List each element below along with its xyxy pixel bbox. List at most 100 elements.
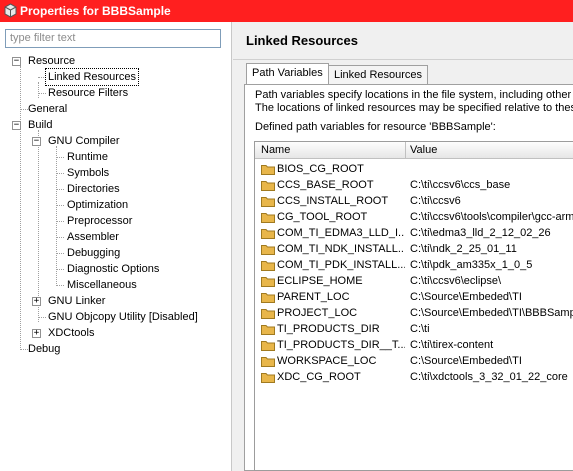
tree-connector: [56, 189, 64, 190]
variable-value: C:\ti\edma3_lld_2_12_02_26: [410, 227, 551, 239]
variable-value: C:\ti\ccsv6\eclipse\: [410, 275, 502, 287]
content-pane: Linked Resources Path Variables Linked R…: [233, 22, 573, 471]
tree-connector: [38, 77, 46, 78]
expand-icon[interactable]: +: [32, 297, 41, 306]
defined-variables-label: Defined path variables for resource 'BBB…: [255, 121, 496, 133]
expand-icon[interactable]: +: [32, 329, 41, 338]
tree-item-symbols[interactable]: Symbols: [67, 165, 109, 181]
folder-icon: [261, 340, 275, 351]
tree-connector: [56, 146, 57, 286]
folder-icon: [261, 228, 275, 239]
tree-item-preprocessor[interactable]: Preprocessor: [67, 213, 132, 229]
variable-name: TI_PRODUCTS_DIR__T...: [277, 339, 405, 351]
variable-name: XDC_CG_ROOT: [277, 371, 361, 383]
tree-connector: [56, 253, 64, 254]
tree-item-gnu-compiler[interactable]: GNU Compiler: [48, 133, 120, 149]
tree-connector: [56, 157, 64, 158]
tree-item-assembler[interactable]: Assembler: [67, 229, 119, 245]
tab-panel: Path variables specify locations in the …: [244, 84, 573, 471]
tree-connector: [38, 130, 39, 322]
table-row[interactable]: CCS_INSTALL_ROOT C:\ti\ccsv6: [255, 193, 573, 210]
tree-item-general[interactable]: General: [28, 101, 67, 117]
variable-name: CCS_INSTALL_ROOT: [277, 195, 389, 207]
column-header-name[interactable]: Name: [261, 144, 290, 156]
tree-item-objcopy[interactable]: GNU Objcopy Utility [Disabled]: [48, 309, 198, 325]
description-line-2: The locations of linked resources may be…: [255, 102, 573, 114]
variable-name: COM_TI_EDMA3_LLD_I...: [277, 227, 405, 239]
table-row[interactable]: PARENT_LOC C:\Source\Embeded\TI: [255, 289, 573, 306]
variable-value: C:\ti\xdctools_3_32_01_22_core: [410, 371, 568, 383]
window-titlebar: Properties for BBBSample: [0, 0, 573, 22]
tree-item-debug[interactable]: Debug: [28, 341, 60, 357]
tab-path-variables[interactable]: Path Variables: [246, 63, 329, 85]
title-divider: [233, 59, 573, 60]
table-row[interactable]: COM_TI_NDK_INSTALL... C:\ti\ndk_2_25_01_1…: [255, 241, 573, 258]
table-row[interactable]: XDC_CG_ROOT C:\ti\xdctools_3_32_01_22_cor…: [255, 369, 573, 386]
description-line-1: Path variables specify locations in the …: [255, 89, 573, 101]
navigation-pane: type filter text − Resource Linked Resou…: [0, 22, 232, 471]
tree-item-build[interactable]: Build: [28, 117, 52, 133]
variable-name: WORKSPACE_LOC: [277, 355, 377, 367]
folder-icon: [261, 260, 275, 271]
table-row[interactable]: WORKSPACE_LOC C:\Source\Embeded\TI: [255, 353, 573, 370]
table-header: Name Value: [255, 142, 573, 159]
tree-item-debugging[interactable]: Debugging: [67, 245, 120, 261]
tree-item-resource-filters[interactable]: Resource Filters: [48, 85, 128, 101]
table-row[interactable]: COM_TI_EDMA3_LLD_I... C:\ti\edma3_lld_2_1…: [255, 225, 573, 242]
variable-value: C:\ti\ndk_2_25_01_11: [410, 243, 517, 255]
table-row[interactable]: CCS_BASE_ROOT C:\ti\ccsv6\ccs_base: [255, 177, 573, 194]
table-row[interactable]: TI_PRODUCTS_DIR__T... C:\ti\tirex-content: [255, 337, 573, 354]
tree-item-runtime[interactable]: Runtime: [67, 149, 108, 165]
tree-item-optimization[interactable]: Optimization: [67, 197, 128, 213]
tree-connector: [56, 269, 64, 270]
tree-item-linked-resources[interactable]: Linked Resources: [44, 68, 140, 86]
variable-value: C:\Source\Embeded\TI: [410, 291, 522, 303]
tree-connector: [38, 317, 46, 318]
variable-name: PARENT_LOC: [277, 291, 350, 303]
column-header-value[interactable]: Value: [410, 144, 437, 156]
tree-item-gnu-linker[interactable]: GNU Linker: [48, 293, 105, 309]
table-row[interactable]: TI_PRODUCTS_DIR C:\ti: [255, 321, 573, 338]
tree-item-xdctools[interactable]: XDCtools: [48, 325, 94, 341]
path-variables-table[interactable]: Name Value BIOS_CG_ROOT CCS_BASE_ROOT C:\t…: [254, 141, 573, 471]
variable-name: COM_TI_NDK_INSTALL...: [277, 243, 405, 255]
tree-connector: [56, 173, 64, 174]
tree-connector: [38, 93, 46, 94]
folder-icon: [261, 164, 275, 175]
table-row[interactable]: CG_TOOL_ROOT C:\ti\ccsv6\tools\compiler\g…: [255, 209, 573, 226]
tree-item-diagnostic-options[interactable]: Diagnostic Options: [67, 261, 159, 277]
variable-name: BIOS_CG_ROOT: [277, 163, 364, 175]
tree-item-resource[interactable]: Resource: [28, 53, 75, 69]
variable-value: C:\ti\ccsv6\tools\compiler\gcc-arm: [410, 211, 573, 223]
variable-value: C:\ti\ccsv6: [410, 195, 461, 207]
variable-name: CG_TOOL_ROOT: [277, 211, 368, 223]
tab-linked-resources[interactable]: Linked Resources: [328, 65, 429, 85]
variable-value: C:\Source\Embeded\TI\BBBSample: [410, 307, 573, 319]
tree-connector: [56, 237, 64, 238]
table-row[interactable]: BIOS_CG_ROOT: [255, 161, 573, 178]
variable-name: PROJECT_LOC: [277, 307, 358, 319]
folder-icon: [261, 372, 275, 383]
tree-item-directories[interactable]: Directories: [67, 181, 120, 197]
folder-icon: [261, 356, 275, 367]
variable-name: COM_TI_PDK_INSTALL...: [277, 259, 405, 271]
collapse-icon[interactable]: −: [32, 137, 41, 146]
folder-icon: [261, 292, 275, 303]
folder-icon: [261, 308, 275, 319]
tree-connector: [56, 205, 64, 206]
variable-name: CCS_BASE_ROOT: [277, 179, 374, 191]
gear-icon: [4, 3, 17, 18]
table-row[interactable]: PROJECT_LOC C:\Source\Embeded\TI\BBBSampl…: [255, 305, 573, 322]
collapse-icon[interactable]: −: [12, 121, 21, 130]
table-row[interactable]: ECLIPSE_HOME C:\ti\ccsv6\eclipse\: [255, 273, 573, 290]
variable-name: TI_PRODUCTS_DIR: [277, 323, 380, 335]
variable-name: ECLIPSE_HOME: [277, 275, 363, 287]
tree-connector: [56, 221, 64, 222]
table-row[interactable]: COM_TI_PDK_INSTALL... C:\ti\pdk_am335x_1_…: [255, 257, 573, 274]
variable-value: C:\ti\ccsv6\ccs_base: [410, 179, 511, 191]
tree-item-miscellaneous[interactable]: Miscellaneous: [67, 277, 137, 293]
folder-icon: [261, 196, 275, 207]
column-divider[interactable]: [405, 142, 406, 159]
variable-value: C:\Source\Embeded\TI: [410, 355, 522, 367]
collapse-icon[interactable]: −: [12, 57, 21, 66]
